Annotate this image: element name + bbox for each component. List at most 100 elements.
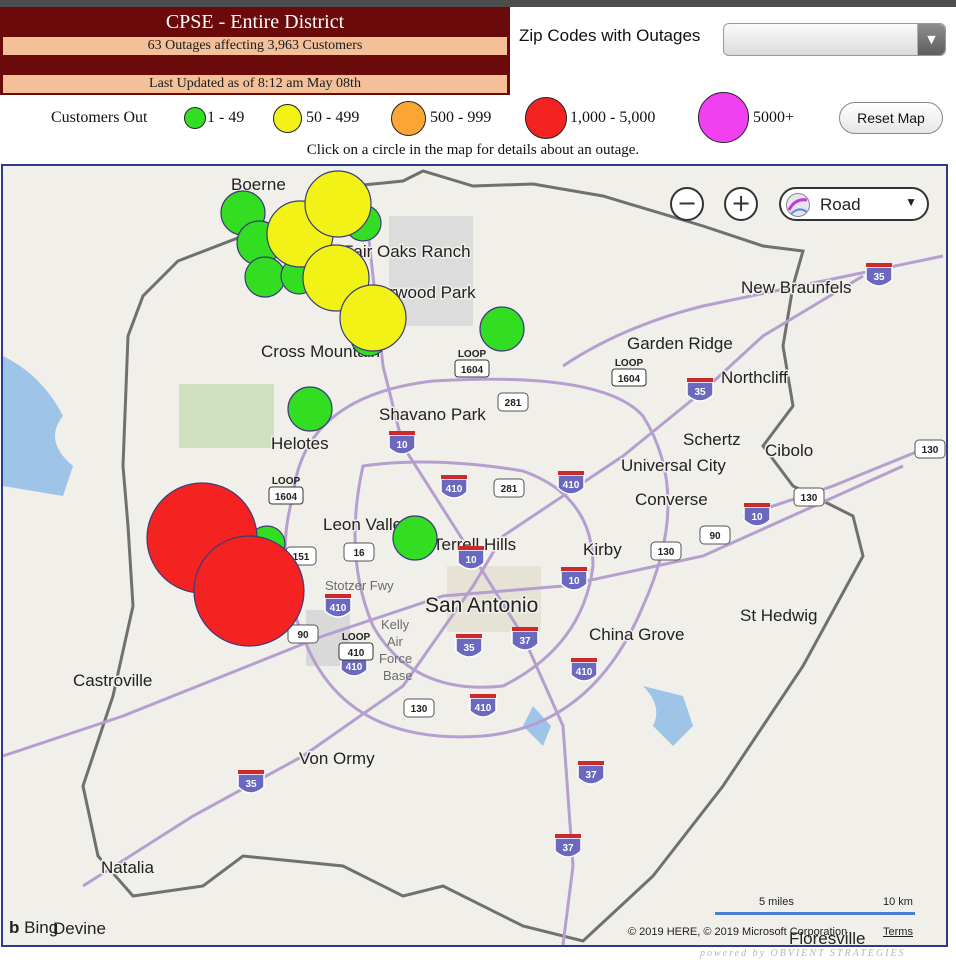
svg-text:16: 16 [353,548,365,559]
road-label-stotzer-fwy: Stotzer Fwy [325,578,394,593]
place-label-natalia: Natalia [101,858,154,877]
powered-by: powered by OBVIENT STRATEGIES [700,948,906,959]
svg-text:410: 410 [330,603,347,614]
svg-text:10: 10 [465,555,477,566]
interstate-shield-35: 35 [455,634,483,658]
terms-link[interactable]: Terms [883,926,913,938]
scale-bar [715,912,915,915]
route-shield-281: 281 [493,478,525,498]
outage-marker-50-499[interactable] [304,170,372,238]
interstate-shield-10: 10 [560,567,588,591]
svg-text:37: 37 [519,636,531,647]
legend-dot-500-999 [391,101,426,136]
place-label-von-ormy: Von Ormy [299,749,375,768]
route-shield-130: 130 [650,541,682,561]
interstate-shield-35: 35 [686,378,714,402]
interstate-shield-10: 10 [388,431,416,455]
svg-text:90: 90 [709,531,721,542]
route-shield-281: 281 [497,392,529,412]
loop-shield-1604: LOOP 1604 [268,476,304,505]
svg-text:410: 410 [576,667,593,678]
svg-text:410: 410 [348,648,365,659]
place-label-kirby: Kirby [583,540,622,559]
place-label-universal-city: Universal City [621,456,726,475]
interstate-shield-37: 37 [554,834,582,858]
outage-map[interactable]: Boerne Fair Oaks Ranch Timberwood Park Cros… [1,164,948,947]
outage-summary: 63 Outages affecting 3,963 Customers [3,37,507,55]
outage-marker-1-49[interactable] [479,306,525,352]
chevron-down-icon: ▼ [905,195,917,209]
loop-shield-1604: LOOP 1604 [611,358,647,387]
place-label-garden-ridge: Garden Ridge [627,334,733,353]
svg-text:37: 37 [562,843,574,854]
reset-map-button[interactable]: Reset Map [839,102,943,134]
loop-shield-410: LOOP 410 [338,632,374,661]
svg-text:37: 37 [585,770,597,781]
interstate-shield-410: 410 [469,694,497,718]
interstate-shield-35: 35 [237,770,265,794]
zip-code-select[interactable]: ▼ [723,23,946,56]
legend-label-500-999: 500 - 999 [430,109,492,126]
route-shield-90: 90 [699,525,731,545]
place-label-helotes: Helotes [271,434,329,453]
bing-b-icon: b [9,918,20,937]
outage-marker-50-499[interactable] [339,284,407,352]
place-label-devine: Devine [53,919,106,938]
road-map-icon [786,193,810,217]
svg-text:1604: 1604 [275,492,298,503]
interstate-shield-37: 37 [577,761,605,785]
district-panel: CPSE - Entire District 63 Outages affect… [0,7,510,95]
legend-dot-50-499 [273,104,302,133]
legend-label-50-499: 50 - 499 [306,109,360,126]
interstate-shield-410: 410 [324,594,352,618]
map-canvas[interactable]: BoerneFair Oaks RanchTimberwood ParkCros… [3,166,946,945]
zoom-out-button[interactable]: − [670,187,704,221]
place-label-new-braunfels: New Braunfels [741,278,852,297]
svg-text:410: 410 [446,484,463,495]
outage-marker-1-49[interactable] [244,256,286,298]
route-shield-130: 130 [793,487,825,507]
map-hint: Click on a circle in the map for details… [306,142,640,158]
bing-label: Bing [24,918,59,937]
svg-text:10: 10 [751,512,763,523]
svg-text:LOOP: LOOP [458,349,487,360]
svg-text:410: 410 [346,662,363,673]
road-label-force: Force [379,651,412,666]
outage-marker-1-49[interactable] [392,515,438,561]
map-attribution: © 2019 HERE, © 2019 Microsoft Corporatio… [628,926,848,938]
place-label-converse: Converse [635,490,708,509]
outage-marker-1-000-5-000[interactable] [193,535,305,647]
place-label-san-antonio: San Antonio [425,594,538,617]
svg-text:1604: 1604 [461,365,484,376]
svg-text:281: 281 [505,398,522,409]
route-shield-16: 16 [343,542,375,562]
zoom-in-button[interactable]: + [724,187,758,221]
svg-text:LOOP: LOOP [272,476,301,487]
svg-text:LOOP: LOOP [615,358,644,369]
svg-text:410: 410 [563,480,580,491]
road-label-kelly: Kelly [381,617,410,632]
interstate-shield-10: 10 [743,503,771,527]
interstate-shield-37: 37 [511,627,539,651]
top-bar [0,0,956,7]
last-updated: Last Updated as of 8:12 am May 08th [3,75,507,93]
district-title: CPSE - Entire District [165,11,345,33]
map-style-label: Road [820,195,861,214]
route-shield-130: 130 [403,698,435,718]
legend-label-1000-5000: 1,000 - 5,000 [570,109,656,126]
road-label-air: Air [387,634,404,649]
dropdown-arrow-icon[interactable]: ▼ [917,24,945,55]
loop-shield-1604: LOOP 1604 [454,349,490,378]
svg-text:10: 10 [568,576,580,587]
interstate-shield-35: 35 [865,263,893,287]
zip-filter-label: Zip Codes with Outages [519,26,701,45]
svg-text:1604: 1604 [618,374,641,385]
legend-dot-5000-plus [698,92,749,143]
place-label-st-hedwig: St Hedwig [740,606,817,625]
svg-text:90: 90 [297,630,309,641]
place-label-castroville: Castroville [73,671,152,690]
outage-marker-1-49[interactable] [287,386,333,432]
legend-dot-1-49 [184,107,206,129]
map-style-select[interactable]: Road ▼ [779,187,929,221]
svg-text:35: 35 [873,272,885,283]
